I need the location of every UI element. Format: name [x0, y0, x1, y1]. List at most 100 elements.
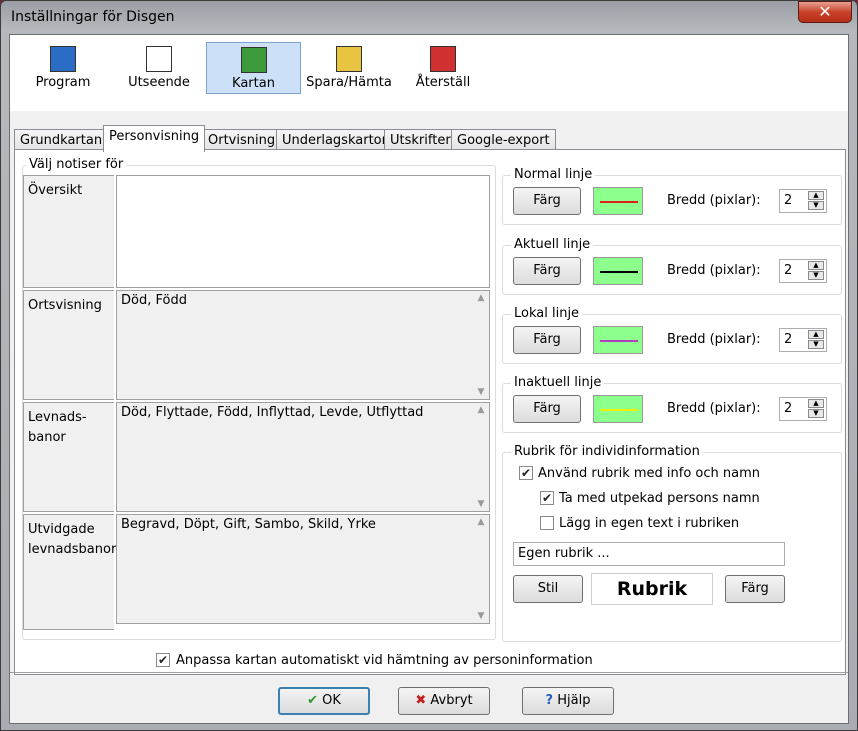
spin-down-icon[interactable]: ▼ — [808, 340, 824, 349]
normal-color-swatch[interactable] — [593, 187, 643, 215]
scroll-up-icon[interactable]: ▲ — [473, 405, 489, 415]
spin-down-icon[interactable]: ▼ — [808, 201, 824, 210]
aktuell-color-swatch[interactable] — [593, 257, 643, 285]
spin-up-icon[interactable]: ▲ — [808, 191, 824, 200]
toolbar-spara-hamta-button[interactable]: Spara/Hämta — [304, 42, 394, 94]
undo-icon — [430, 46, 456, 72]
scroll-down-icon[interactable]: ▼ — [473, 387, 489, 397]
toolbar-aterstall-button[interactable]: Återställ — [410, 42, 476, 94]
spin-down-icon[interactable]: ▼ — [808, 409, 824, 418]
group-label: Lokal linje — [511, 306, 583, 321]
stil-button[interactable]: Stil — [513, 575, 583, 603]
tab-utskrifter[interactable]: Utskrifter — [384, 129, 457, 151]
utvidgade-value: Begravd, Döpt, Gift, Sambo, Skild, Yrke — [121, 517, 376, 532]
rubrik-farg-button[interactable]: Färg — [725, 575, 785, 603]
help-label: Hjälp — [557, 693, 591, 708]
auto-fit-label: Anpassa kartan automatiskt vid hämtning … — [176, 653, 593, 668]
ortsvisning-box[interactable]: Död, Född ▲ ▼ — [116, 290, 490, 400]
width-label: Bredd (pixlar): — [667, 263, 761, 278]
use-rubrik-checkbox[interactable]: ✔ — [519, 466, 533, 480]
width-value: 2 — [784, 332, 793, 347]
group-label: Aktuell linje — [511, 237, 594, 252]
own-text-checkbox[interactable] — [540, 516, 554, 530]
scrollbar[interactable]: ▲ ▼ — [473, 291, 489, 399]
inaktuell-farg-button[interactable]: Färg — [513, 395, 581, 423]
tab-grundkartan[interactable]: Grundkartan — [14, 129, 109, 151]
line-sample — [600, 271, 638, 273]
spin-up-icon[interactable]: ▲ — [808, 261, 824, 270]
checkbox-label: Använd rubrik med info och namn — [538, 466, 761, 481]
group-label: Inaktuell linje — [511, 375, 605, 390]
ok-button[interactable]: ✔ OK — [278, 687, 370, 715]
include-name-checkbox[interactable]: ✔ — [540, 491, 554, 505]
scroll-down-icon[interactable]: ▼ — [473, 499, 489, 509]
aktuell-linje-group: Aktuell linje Färg Bredd (pixlar): 2 ▲ ▼ — [502, 237, 842, 295]
toolbar-label: Spara/Hämta — [306, 75, 392, 90]
auto-fit-checkbox[interactable]: ✔ — [156, 653, 170, 667]
line-sample — [600, 201, 638, 203]
oversikt-box[interactable] — [116, 175, 490, 288]
lokal-color-swatch[interactable] — [593, 326, 643, 354]
scrollbar[interactable]: ▲ ▼ — [473, 515, 489, 623]
question-icon: ? — [545, 693, 554, 708]
width-label: Bredd (pixlar): — [667, 193, 761, 208]
row-label-oversikt: Översikt — [23, 175, 114, 288]
levnadsbanor-box[interactable]: Död, Flyttade, Född, Inflyttad, Levde, U… — [116, 402, 490, 512]
window-title: Inställningar för Disgen — [11, 9, 175, 25]
toolbar-kartan-button[interactable]: Kartan — [206, 42, 301, 94]
lokal-linje-group: Lokal linje Färg Bredd (pixlar): 2 ▲ ▼ — [502, 306, 842, 364]
cancel-button[interactable]: ✖ Avbryt — [398, 687, 490, 715]
inaktuell-color-swatch[interactable] — [593, 395, 643, 423]
tab-personvisning[interactable]: Personvisning — [103, 125, 206, 152]
inaktuell-linje-group: Inaktuell linje Färg Bredd (pixlar): 2 ▲ ▼ — [502, 375, 842, 433]
rubrik-preview: Rubrik — [591, 573, 713, 605]
toolbar-label: Program — [35, 75, 91, 90]
scrollbar[interactable]: ▲ ▼ — [473, 403, 489, 511]
width-value: 2 — [784, 193, 793, 208]
rubrik-group: Rubrik för individinformation ✔ Använd r… — [502, 444, 842, 642]
checkbox-label: Lägg in egen text i rubriken — [559, 516, 740, 531]
notiser-group: Välj notiser för Översikt Ortsvisning Dö… — [22, 157, 496, 640]
scroll-up-icon[interactable]: ▲ — [473, 517, 489, 527]
custom-rubrik-input[interactable]: Egen rubrik ... — [513, 542, 785, 566]
group-label: Rubrik för individinformation — [511, 444, 703, 459]
toolbar-program-button[interactable]: Program — [30, 42, 96, 94]
ok-label: OK — [322, 693, 341, 708]
lokal-farg-button[interactable]: Färg — [513, 326, 581, 354]
map-icon — [240, 47, 267, 73]
close-button[interactable]: ✕ — [798, 1, 852, 23]
group-label: Normal linje — [511, 167, 596, 182]
help-button[interactable]: ? Hjälp — [522, 687, 614, 715]
toolbar-utseende-button[interactable]: Utseende — [124, 42, 194, 94]
toolbar-label: Utseende — [128, 75, 190, 90]
normal-linje-group: Normal linje Färg Bredd (pixlar): 2 ▲ ▼ — [502, 167, 842, 225]
line-sample — [600, 340, 638, 342]
dialog-client: Program Utseende Kartan Spara/Hämta Åter… — [9, 34, 849, 724]
row-label-ortsvisning: Ortsvisning — [23, 290, 114, 400]
normal-farg-button[interactable]: Färg — [513, 187, 581, 215]
personvisning-panel: Välj notiser för Översikt Ortsvisning Dö… — [14, 149, 846, 675]
width-value: 2 — [784, 401, 793, 416]
scroll-up-icon[interactable]: ▲ — [473, 293, 489, 303]
lokal-width-spinner[interactable]: 2 ▲ ▼ — [779, 328, 827, 352]
aktuell-farg-button[interactable]: Färg — [513, 257, 581, 285]
spin-up-icon[interactable]: ▲ — [808, 399, 824, 408]
spin-up-icon[interactable]: ▲ — [808, 330, 824, 339]
width-value: 2 — [784, 263, 793, 278]
spin-down-icon[interactable]: ▼ — [808, 271, 824, 280]
group-label: Välj notiser för — [26, 157, 127, 172]
tab-ortvisning[interactable]: Ortvisning — [202, 129, 282, 151]
width-label: Bredd (pixlar): — [667, 401, 761, 416]
tab-underlagskartor[interactable]: Underlagskartor — [276, 129, 393, 151]
tab-google-export[interactable]: Google-export — [451, 129, 556, 151]
inaktuell-width-spinner[interactable]: 2 ▲ ▼ — [779, 397, 827, 421]
toolbar-label: Återställ — [415, 75, 471, 90]
normal-width-spinner[interactable]: 2 ▲ ▼ — [779, 189, 827, 213]
settings-window: Inställningar för Disgen ✕ Program Utsee… — [0, 0, 858, 731]
gear-icon — [50, 46, 76, 72]
category-toolbar: Program Utseende Kartan Spara/Hämta Åter… — [10, 35, 848, 111]
separator — [10, 672, 848, 673]
utvidgade-box[interactable]: Begravd, Döpt, Gift, Sambo, Skild, Yrke … — [116, 514, 490, 624]
scroll-down-icon[interactable]: ▼ — [473, 611, 489, 621]
aktuell-width-spinner[interactable]: 2 ▲ ▼ — [779, 259, 827, 283]
